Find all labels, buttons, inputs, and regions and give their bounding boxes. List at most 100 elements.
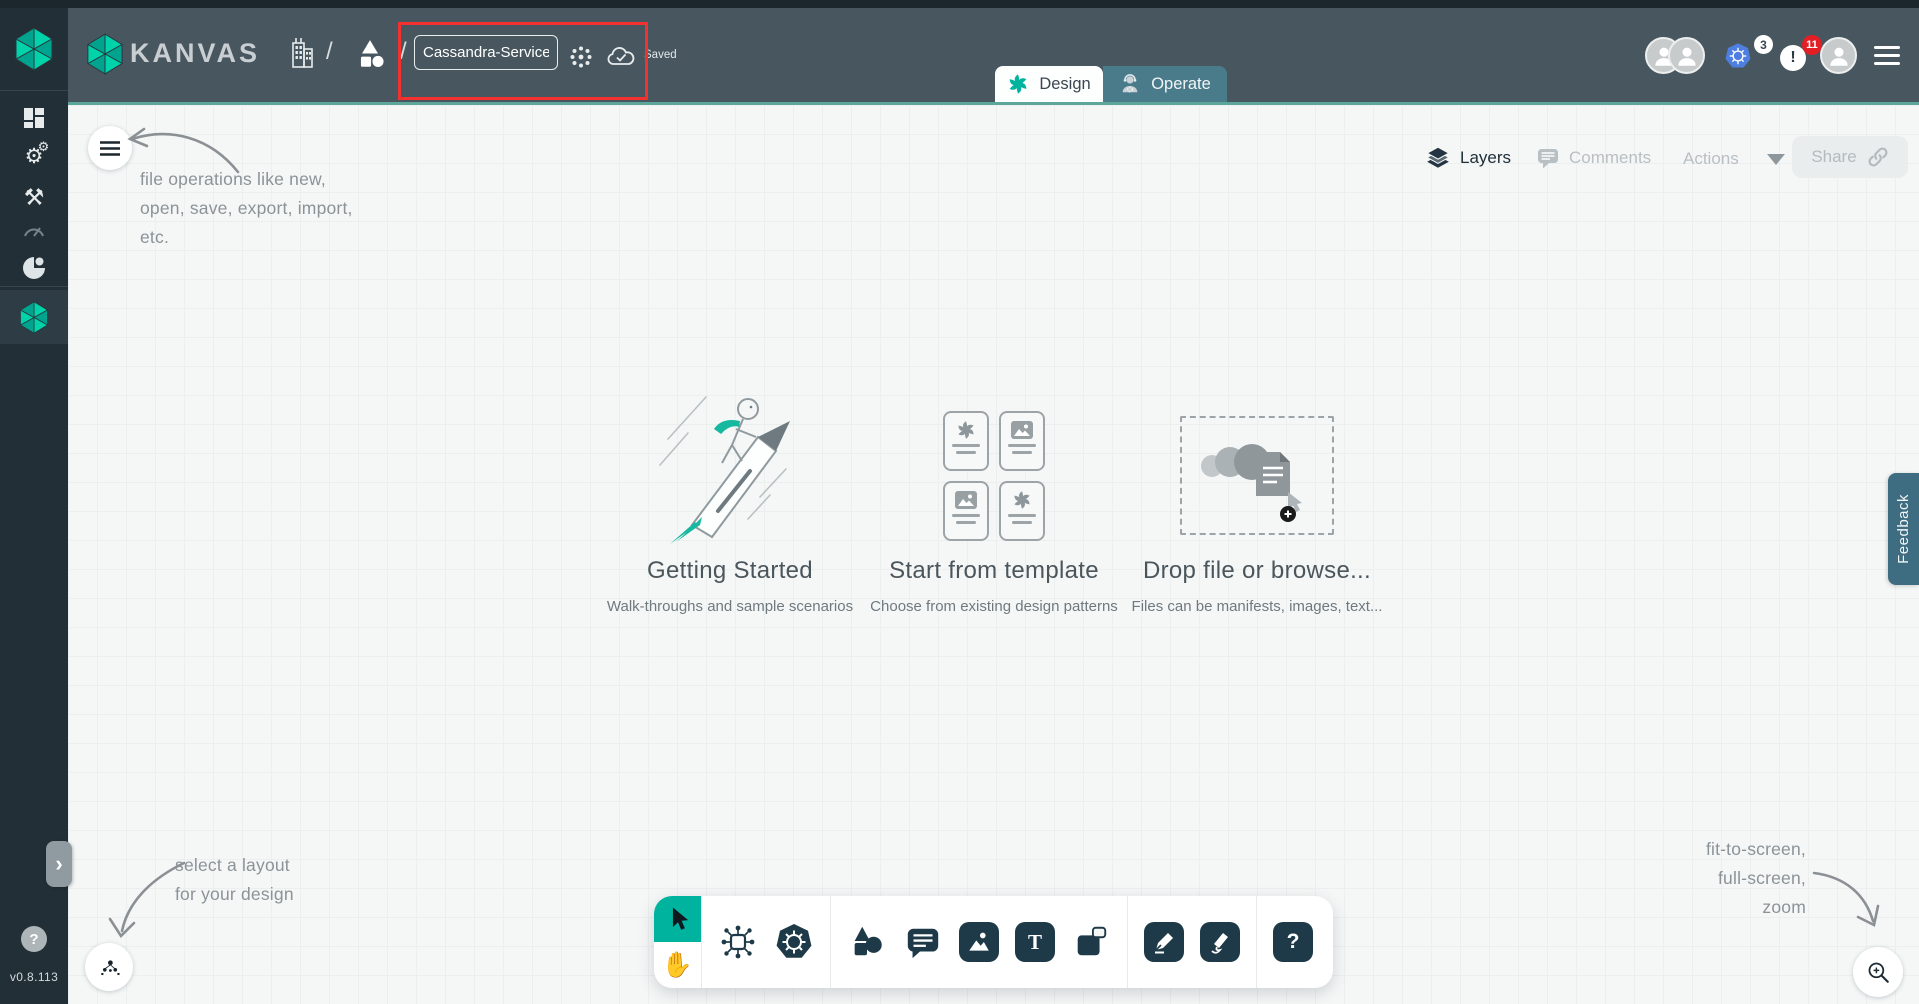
toolbar-group-drawing [1128, 896, 1257, 988]
kubernetes-wheel-icon [776, 924, 812, 958]
template-mini-card [999, 411, 1045, 471]
caret-down-icon [1766, 153, 1785, 165]
design-spiral-icon [1007, 73, 1029, 95]
select-tool-active[interactable] [654, 896, 701, 942]
toolbar-group-elements: T [831, 896, 1128, 988]
magnifier-plus-icon [1868, 962, 1889, 983]
tab-operate[interactable]: Operate [1103, 66, 1227, 102]
tab-design-label: Design [1039, 74, 1091, 93]
burger-bar [1874, 61, 1900, 65]
toolbar-group-infra [702, 896, 831, 988]
kanvas-app: ⚙ ⚙ ⚒ ? v0.8.113 › KANVAS / / Cassandra-… [0, 0, 1919, 1004]
kubernetes-context-chip[interactable]: 3 [1723, 35, 1773, 77]
comment-icon [907, 928, 939, 959]
meshery-logo-icon[interactable] [14, 26, 54, 72]
share-button[interactable]: Share [1792, 136, 1908, 178]
spiral-icon [1012, 490, 1032, 510]
question-mark-icon: ? [1286, 930, 1300, 953]
cursor-icon [672, 907, 688, 930]
operate-person-icon [1122, 74, 1138, 93]
kubernetes-icon [1725, 43, 1751, 68]
layout-button[interactable] [85, 943, 133, 991]
save-status: Saved [644, 49, 677, 61]
sidebar-divider [0, 286, 68, 287]
graph-layout-icon [101, 960, 120, 976]
link-icon [1868, 147, 1888, 167]
feedback-label: Feedback [1895, 494, 1912, 564]
sidebar-item-toolbox[interactable]: ⚒ [0, 179, 68, 215]
layout-arrow [108, 861, 186, 939]
comment-tool[interactable] [903, 922, 943, 962]
zoom-arrow [1812, 871, 1880, 927]
zoom-button[interactable] [1853, 947, 1903, 997]
image-tool[interactable] [959, 922, 999, 962]
crossed-tools-icon: ⚒ [23, 183, 45, 210]
sidebar-item-performance[interactable] [0, 212, 68, 248]
kanvas-logo-icon [86, 33, 124, 75]
gears-icon: ⚙ ⚙ [24, 138, 50, 168]
pointer-tools-column: ✋ [654, 896, 702, 988]
design-canvas[interactable]: file operations like new, open, save, ex… [68, 105, 1919, 1004]
template-mini-card [943, 411, 989, 471]
help-button[interactable]: ? [21, 926, 47, 952]
drop-file-card[interactable]: Drop file or browse... Files can be mani… [1097, 375, 1417, 615]
card-title: Drop file or browse... [1142, 557, 1371, 584]
sidebar-item-dashboard[interactable] [0, 100, 68, 136]
comments-label: Comments [1569, 148, 1652, 167]
comments-icon [1538, 149, 1558, 169]
spiral-icon [956, 420, 976, 440]
file-ops-annotation: file operations like new, open, save, ex… [140, 169, 353, 247]
layers-label: Layers [1460, 148, 1512, 167]
breadcrumb-separator: / [400, 38, 407, 65]
freehand-tool[interactable] [1200, 922, 1240, 962]
image-tool-icon [969, 932, 989, 951]
text-tool[interactable]: T [1015, 922, 1055, 962]
person-icon [1674, 43, 1700, 69]
actions-dropdown[interactable]: Actions [1683, 149, 1785, 169]
design-name-input[interactable] [414, 35, 558, 70]
pen-tool[interactable] [1144, 922, 1184, 962]
expand-panel-button[interactable]: › [46, 841, 72, 887]
mesh-cluster-icon[interactable] [568, 44, 594, 70]
image-icon [1011, 421, 1033, 439]
header-menu-button[interactable] [1874, 46, 1900, 65]
comments-toggle[interactable]: Comments [1536, 146, 1651, 170]
layers-toggle[interactable]: Layers [1425, 146, 1511, 170]
image-icon [955, 491, 977, 509]
burger-bar [1874, 53, 1900, 58]
kubernetes-tool[interactable] [774, 922, 814, 962]
share-label: Share [1811, 147, 1857, 166]
sidebar-divider [0, 90, 68, 91]
cloud-saved-icon[interactable] [606, 46, 636, 68]
question-mark-icon: ? [29, 930, 39, 948]
sidebar-item-kanvas-active[interactable] [0, 290, 68, 344]
template-mini-card [999, 481, 1045, 541]
hamburger-icon [100, 140, 120, 156]
layout-annotation: select a layout for your design [175, 855, 294, 904]
pan-tool[interactable]: ✋ [654, 942, 701, 988]
kanvas-logotype: KANVAS [130, 38, 261, 68]
note-icon [1077, 926, 1107, 956]
dropzone-illustration [1097, 375, 1417, 547]
burger-bar [1874, 46, 1900, 50]
organization-icon[interactable] [288, 37, 316, 69]
mesh-components-tool[interactable] [718, 922, 758, 962]
shapes-icon [854, 926, 882, 956]
dashboard-icon [24, 108, 44, 128]
app-version: v0.8.113 [9, 970, 59, 984]
canvas-toolbar: ✋ T ? [654, 896, 1333, 988]
notification-chip[interactable]: ! 11 [1780, 35, 1822, 77]
user-avatar[interactable] [1820, 37, 1857, 74]
pie-extension-icon [23, 257, 45, 279]
kanvas-hexagon-icon [19, 301, 49, 334]
note-tool[interactable] [1071, 922, 1111, 962]
top-strip [0, 0, 1919, 8]
tab-design[interactable]: Design [995, 66, 1103, 102]
shapes-tool[interactable] [847, 922, 887, 962]
workspace-shapes-icon[interactable] [354, 39, 386, 69]
toolbar-help-button[interactable]: ? [1273, 922, 1313, 962]
feedback-tab[interactable]: Feedback [1888, 473, 1919, 585]
sidebar-item-extensions[interactable] [0, 250, 68, 286]
collaborator-avatar[interactable] [1668, 37, 1705, 74]
sidebar-item-lifecycle[interactable]: ⚙ ⚙ [0, 138, 68, 174]
